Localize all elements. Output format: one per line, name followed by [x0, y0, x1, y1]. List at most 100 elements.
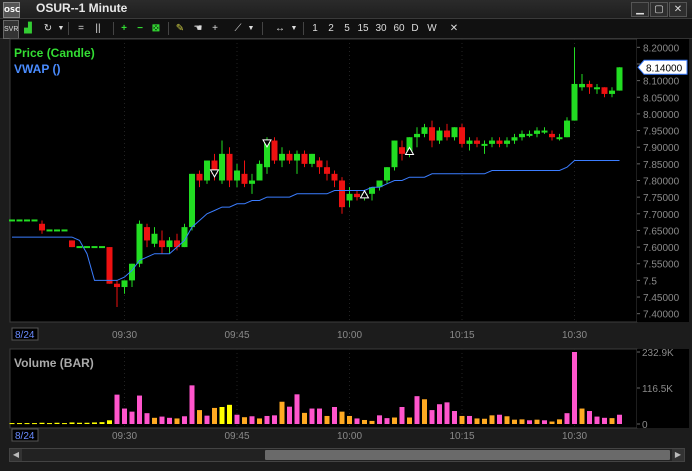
volume-bar	[174, 418, 180, 424]
candle-body	[609, 90, 615, 94]
maximize-icon[interactable]: ▢	[650, 2, 668, 17]
volume-bar	[489, 415, 495, 424]
candle-body	[556, 137, 563, 140]
interval-60m[interactable]: 60	[391, 20, 407, 37]
volume-bar	[122, 408, 127, 424]
candle-body	[339, 180, 345, 208]
crosshair-icon[interactable]: +	[207, 20, 223, 37]
price-x-tick-label: 10:15	[449, 330, 474, 341]
draw-icon[interactable]: ✎	[172, 20, 188, 37]
volume-bar	[9, 423, 15, 425]
candle-body	[466, 140, 473, 144]
candle-body	[399, 147, 405, 154]
candle-body	[414, 133, 420, 138]
scroll-left-icon[interactable]: ◀	[10, 449, 22, 461]
candle-body	[444, 130, 450, 138]
volume-bar	[309, 408, 315, 424]
legend-vwap: VWAP ()	[14, 62, 60, 76]
volume-bar	[39, 422, 45, 424]
volume-bar	[279, 401, 285, 424]
volume-bar	[362, 419, 367, 424]
candle-body	[204, 160, 210, 181]
volume-bar	[294, 394, 300, 424]
price-y-tick-label: 7.90000	[643, 143, 680, 154]
chart-icon[interactable]: ▟	[20, 20, 36, 37]
candle-body	[594, 87, 600, 90]
volume-bar	[534, 419, 540, 424]
interval-5m[interactable]: 5	[341, 20, 353, 37]
candle-body	[234, 170, 240, 181]
volume-bar	[159, 416, 165, 424]
volume-bar	[197, 410, 202, 424]
lines-icon[interactable]: =	[73, 20, 89, 37]
price-y-tick-label: 7.45000	[643, 293, 680, 304]
volume-bar	[579, 408, 585, 424]
candle-body	[226, 153, 233, 181]
volume-bar	[212, 407, 217, 424]
chart-canvas[interactable]: 09:3009:4510:0010:1510:308/248.200008.15…	[0, 38, 692, 447]
candle-body	[279, 153, 285, 161]
interval-week[interactable]: W	[425, 20, 439, 37]
price-y-tick-label: 7.60000	[643, 243, 680, 254]
volume-bar	[384, 418, 390, 424]
toolbar-separator	[68, 22, 69, 35]
volume-x-tick-label: 10:30	[562, 431, 587, 442]
toolbar-separator	[303, 22, 304, 35]
volume-bar	[609, 418, 615, 424]
fit-icon[interactable]: ⊠	[149, 20, 163, 37]
hand-icon[interactable]: ☚	[190, 20, 206, 37]
refresh-icon[interactable]: ↻	[40, 20, 56, 37]
price-y-tick-label: 7.75000	[643, 193, 680, 204]
volume-x-tick-label: 10:00	[337, 431, 362, 442]
volume-bar	[69, 422, 75, 424]
minimize-icon[interactable]: ▁	[631, 2, 649, 17]
volume-bar	[32, 423, 37, 425]
interval-30m[interactable]: 30	[373, 20, 389, 37]
interval-2m[interactable]: 2	[325, 20, 337, 37]
toolbar-separator	[262, 22, 263, 35]
chevron-down-icon[interactable]: ▼	[56, 20, 66, 37]
volume-bar	[617, 414, 622, 424]
close-chart-icon[interactable]: ✕	[447, 20, 461, 37]
interval-15m[interactable]: 15	[356, 20, 370, 37]
zoom-out-icon[interactable]: −	[133, 20, 147, 37]
volume-bar	[302, 412, 307, 424]
candle-body	[331, 173, 338, 181]
chevron-down-icon[interactable]: ▼	[289, 20, 299, 37]
zoom-in-icon[interactable]: +	[117, 20, 131, 37]
close-icon[interactable]: ✕	[669, 2, 687, 17]
volume-bar	[317, 408, 322, 424]
volume-bar	[497, 414, 502, 424]
chevron-down-icon[interactable]: ▼	[246, 20, 256, 37]
volume-bar	[399, 406, 405, 424]
price-y-tick-label: 7.40000	[643, 310, 680, 321]
volume-bar	[512, 419, 517, 424]
volume-bar	[17, 423, 22, 425]
interval-day[interactable]: D	[409, 20, 421, 37]
candle-body	[384, 167, 390, 181]
volume-bar	[137, 395, 142, 424]
trendline-icon[interactable]: ⟋	[230, 20, 246, 37]
interval-1m[interactable]: 1	[309, 20, 321, 37]
horizontal-scrollbar[interactable]: ◀ ▶	[9, 448, 685, 462]
volume-bar	[407, 417, 412, 424]
candle-body	[166, 240, 173, 248]
volume-bar	[189, 385, 195, 424]
volume-bar	[144, 413, 150, 424]
volume-x-tick-label: 09:45	[224, 431, 249, 442]
title-bar[interactable]: OSC OSUR--1 Minute ▁ ▢ ✕	[0, 0, 692, 19]
candle-body	[121, 280, 128, 288]
arrows-icon[interactable]: ↔	[270, 20, 290, 37]
volume-bar	[47, 423, 52, 425]
volume-bar	[437, 404, 442, 424]
candle-body	[346, 193, 353, 201]
scrollbar-thumb[interactable]	[265, 450, 670, 460]
volume-plot-area	[9, 348, 638, 429]
volume-bar	[429, 410, 435, 424]
pause-icon[interactable]: ||	[90, 20, 106, 37]
svr-icon[interactable]: SVR	[3, 20, 19, 39]
price-y-tick-label: 7.65000	[643, 226, 680, 237]
scroll-right-icon[interactable]: ▶	[672, 449, 684, 461]
candle-body	[526, 133, 533, 136]
candle-body	[519, 133, 525, 138]
